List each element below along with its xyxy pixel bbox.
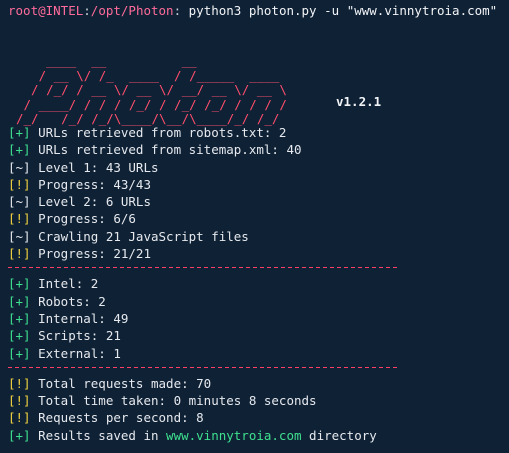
status-tag: [+] [8, 310, 31, 326]
result-text: Robots: 2 [30, 293, 106, 309]
result-text: Internal: 49 [30, 310, 129, 326]
banner-art: ____ __ __ / __ \/ /_ ____ / /_____ ____… [16, 53, 287, 126]
status-tag: [+] [8, 328, 31, 344]
status-tag: [!] [8, 393, 31, 409]
stat-line: [!] Requests per second: 8 [8, 409, 503, 426]
terminal-window[interactable]: root@INTEL:/opt/Photon: python3 photon.p… [0, 0, 509, 453]
result-line: [+] Robots: 2 [8, 293, 503, 310]
version-label: v1.2.1 [336, 94, 382, 109]
status-tag: [+] [8, 293, 31, 309]
results-summary: [+] Intel: 2 [+] Robots: 2 [+] Internal:… [8, 275, 503, 361]
result-text: Intel: 2 [30, 276, 99, 292]
prompt-path: /opt/Photon [90, 3, 174, 18]
log-text: Crawling 21 JavaScript files [30, 228, 249, 244]
status-tag: [+] [8, 427, 31, 443]
run-statistics: [!] Total requests made: 70 [!] Total ti… [8, 375, 503, 444]
prompt-separator: : [83, 3, 91, 18]
stat-text-suffix: directory [301, 427, 377, 443]
command-text: python3 photon.py -u "www.vinnytroia.com… [181, 3, 498, 18]
status-tag: [!] [8, 246, 31, 262]
stat-text: Total time taken: 0 minutes 8 seconds [30, 393, 317, 409]
log-text: Progress: 6/6 [30, 211, 136, 227]
stat-text: Total requests made: 70 [30, 375, 212, 391]
output-directory-link[interactable]: www.vinnytroia.com [166, 428, 301, 443]
log-text: Progress: 21/21 [30, 246, 151, 262]
stat-line: [+] Results saved in www.vinnytroia.com … [8, 427, 503, 444]
status-tag: [+] [8, 276, 31, 292]
result-line: [+] Scripts: 21 [8, 327, 503, 344]
log-text: Progress: 43/43 [30, 176, 151, 192]
command-prompt: root@INTEL:/opt/Photon: python3 photon.p… [8, 2, 503, 19]
stat-line: [!] Total time taken: 0 minutes 8 second… [8, 392, 503, 409]
status-tag: [!] [8, 410, 31, 426]
stat-text: Results saved in [30, 427, 167, 443]
result-line: [+] Intel: 2 [8, 275, 503, 292]
stat-text: Requests per second: 8 [30, 410, 204, 426]
log-text: Level 2: 6 URLs [30, 194, 151, 210]
prompt-separator-2: : [173, 3, 182, 18]
dashed-divider [8, 262, 400, 272]
result-line: [+] Internal: 49 [8, 310, 503, 327]
log-line: [!] Progress: 6/6 [8, 210, 503, 227]
status-tag: [~] [8, 228, 31, 244]
log-line: [~] Crawling 21 JavaScript files [8, 228, 503, 245]
log-line: [!] Progress: 43/43 [8, 176, 503, 193]
prompt-user-host: root@INTEL [8, 3, 84, 18]
dashed-divider [8, 361, 400, 371]
result-line: [+] External: 1 [8, 345, 503, 362]
photon-ascii-banner: ____ __ __ / __ \/ /_ ____ / /_____ ____… [16, 25, 503, 125]
stat-line: [!] Total requests made: 70 [8, 375, 503, 392]
status-tag: [!] [8, 211, 31, 227]
result-text: Scripts: 21 [30, 328, 121, 344]
status-tag: [~] [8, 194, 31, 210]
status-tag: [!] [8, 176, 31, 192]
log-line: [!] Progress: 21/21 [8, 245, 503, 262]
log-line: [~] Level 2: 6 URLs [8, 193, 503, 210]
status-tag: [+] [8, 345, 31, 361]
result-text: External: 1 [30, 345, 121, 361]
status-tag: [!] [8, 375, 31, 391]
